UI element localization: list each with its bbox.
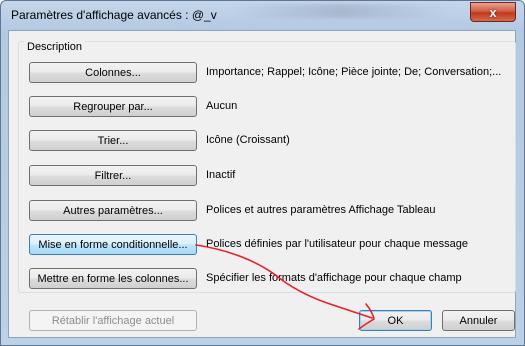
sort-button[interactable]: Trier...	[29, 130, 197, 151]
title-bar[interactable]: Paramètres d'affichage avancés : @_v x	[1, 1, 524, 31]
sort-value: Icône (Croissant)	[206, 134, 290, 146]
filter-button[interactable]: Filtrer...	[29, 165, 197, 186]
window-title: Paramètres d'affichage avancés : @_v	[11, 8, 217, 22]
other-settings-button[interactable]: Autres paramètres...	[29, 200, 197, 221]
group-label-description: Description	[24, 41, 86, 53]
cancel-button[interactable]: Annuler	[442, 310, 515, 331]
reset-view-button[interactable]: Rétablir l'affichage actuel	[29, 310, 197, 331]
ok-button[interactable]: OK	[359, 310, 432, 331]
columns-value: Importance; Rappel; Icône; Pièce jointe;…	[206, 66, 502, 78]
filter-value: Inactif	[206, 169, 236, 181]
close-button[interactable]: x	[470, 2, 516, 22]
group-by-value: Aucun	[206, 100, 238, 112]
other-settings-value: Polices et autres paramètres Affichage T…	[206, 204, 436, 216]
conditional-formatting-button[interactable]: Mise en forme conditionnelle...	[29, 234, 197, 255]
group-by-button[interactable]: Regrouper par...	[29, 96, 197, 117]
blurred-background-title	[231, 4, 451, 18]
format-columns-value: Spécifier les formats d'affichage pour c…	[206, 272, 462, 284]
format-columns-button[interactable]: Mettre en forme les colonnes...	[29, 268, 197, 289]
conditional-formatting-value: Polices définies par l'utilisateur pour …	[206, 238, 468, 250]
columns-button[interactable]: Colonnes...	[29, 62, 197, 83]
